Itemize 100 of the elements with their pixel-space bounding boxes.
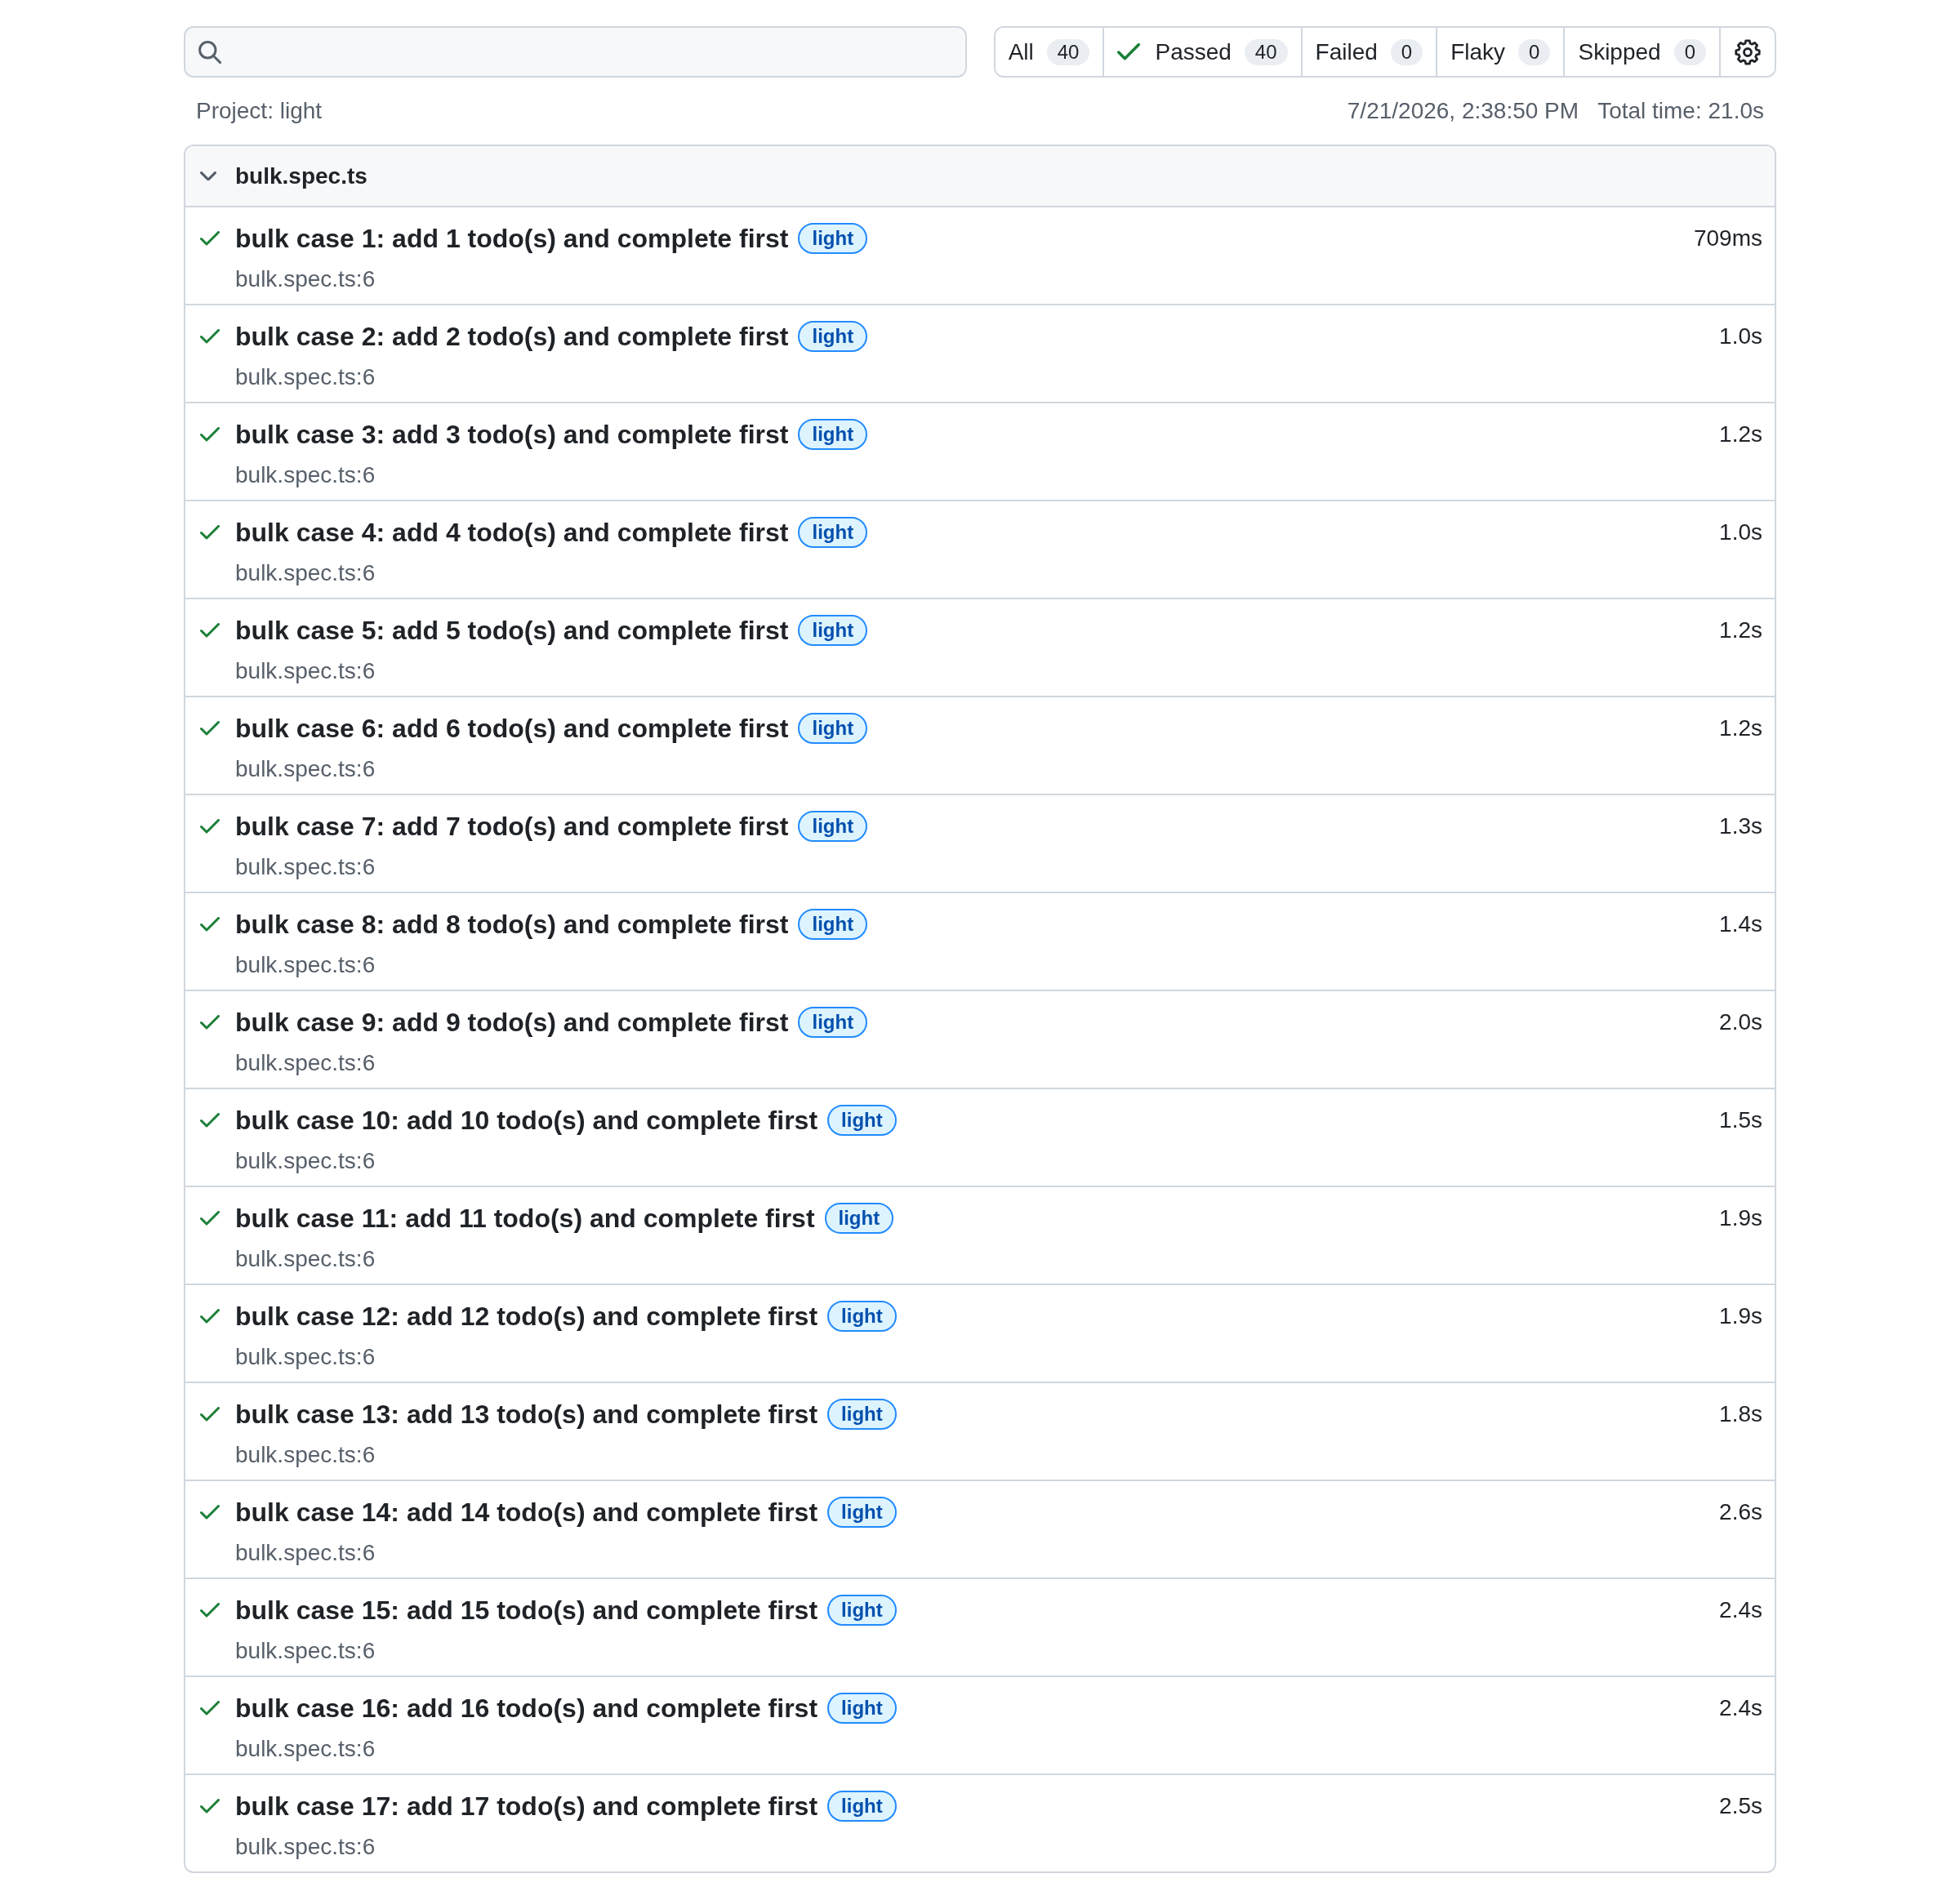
test-duration: 1.4s: [1719, 910, 1762, 938]
project-tag[interactable]: light: [798, 419, 868, 450]
test-location: bulk.spec.ts:6: [235, 1637, 376, 1665]
check-icon: [200, 623, 220, 638]
test-location: bulk.spec.ts:6: [235, 1735, 376, 1763]
file-name: bulk.spec.ts: [235, 162, 368, 190]
total-time: Total time: 21.0s: [1597, 97, 1764, 125]
check-icon: [200, 1211, 220, 1226]
test-title[interactable]: bulk case 10: add 10 todo(s) and complete first: [235, 1102, 818, 1138]
test-duration: 1.9s: [1719, 1204, 1762, 1232]
check-icon: [200, 721, 220, 736]
test-title[interactable]: bulk case 16: add 16 todo(s) and complete first: [235, 1690, 818, 1726]
test-duration: 1.8s: [1719, 1400, 1762, 1428]
test-title[interactable]: bulk case 3: add 3 todo(s) and complete first: [235, 416, 789, 452]
check-icon: [200, 329, 220, 344]
counter: 40: [1244, 38, 1288, 65]
check-icon: [200, 1015, 220, 1030]
check-icon: [200, 917, 220, 932]
test-title[interactable]: bulk case 5: add 5 todo(s) and complete first: [235, 612, 789, 648]
check-icon: [1117, 43, 1141, 60]
test-location: bulk.spec.ts:6: [235, 265, 376, 293]
test-location: bulk.spec.ts:6: [235, 1147, 376, 1175]
test-duration: 2.4s: [1719, 1694, 1762, 1722]
counter: 0: [1518, 38, 1551, 65]
project-tag[interactable]: light: [798, 1007, 868, 1038]
project-tag[interactable]: light: [798, 713, 868, 744]
test-location: bulk.spec.ts:6: [235, 951, 376, 979]
test-location: bulk.spec.ts:6: [235, 461, 376, 489]
test-location: bulk.spec.ts:6: [235, 657, 376, 685]
test-duration: 1.0s: [1719, 518, 1762, 546]
check-icon: [200, 1799, 220, 1813]
check-icon: [200, 1113, 220, 1128]
test-title[interactable]: bulk case 17: add 17 todo(s) and complete first: [235, 1788, 818, 1824]
test-duration: 1.9s: [1719, 1302, 1762, 1330]
project-tag[interactable]: light: [798, 615, 868, 646]
check-icon: [200, 1309, 220, 1324]
test-title[interactable]: bulk case 11: add 11 todo(s) and complete first: [235, 1200, 815, 1236]
settings-button[interactable]: [1719, 28, 1775, 76]
test-location: bulk.spec.ts:6: [235, 363, 376, 391]
test-location: bulk.spec.ts:6: [235, 1441, 376, 1469]
project-tag[interactable]: light: [827, 1595, 897, 1626]
check-icon: [200, 525, 220, 540]
test-title[interactable]: bulk case 4: add 4 todo(s) and complete first: [235, 514, 789, 550]
test-title[interactable]: bulk case 1: add 1 todo(s) and complete first: [235, 220, 789, 256]
check-icon: [200, 1701, 220, 1716]
check-icon: [200, 1603, 220, 1618]
project-tag[interactable]: light: [827, 1693, 897, 1724]
test-title[interactable]: bulk case 14: add 14 todo(s) and complete first: [235, 1494, 818, 1530]
test-location: bulk.spec.ts:6: [235, 559, 376, 587]
check-icon: [200, 1407, 220, 1422]
report-date: 7/21/2026, 2:38:50 PM: [1347, 97, 1579, 125]
project-tag[interactable]: light: [827, 1497, 897, 1528]
test-location: bulk.spec.ts:6: [235, 853, 376, 881]
project-tag[interactable]: light: [827, 1301, 897, 1332]
file-header[interactable]: bulk.spec.ts: [185, 146, 1775, 207]
test-title[interactable]: bulk case 6: add 6 todo(s) and complete first: [235, 710, 789, 746]
project-tag[interactable]: light: [798, 321, 868, 352]
test-title[interactable]: bulk case 2: add 2 todo(s) and complete first: [235, 318, 789, 354]
counter: 40: [1046, 38, 1090, 65]
project-label: Project: light: [196, 97, 323, 125]
test-duration: 1.0s: [1719, 323, 1762, 350]
test-duration: 1.2s: [1719, 714, 1762, 742]
test-duration: 2.5s: [1719, 1792, 1762, 1820]
project-tag[interactable]: light: [824, 1203, 894, 1234]
test-location: bulk.spec.ts:6: [235, 755, 376, 783]
test-location: bulk.spec.ts:6: [235, 1049, 376, 1077]
search-icon: [198, 40, 221, 64]
project-tag[interactable]: light: [798, 517, 868, 548]
counter: 0: [1390, 38, 1423, 65]
test-location: bulk.spec.ts:6: [235, 1245, 376, 1273]
test-location: bulk.spec.ts:6: [235, 1833, 376, 1861]
search-field[interactable]: [184, 26, 967, 78]
project-tag[interactable]: light: [827, 1791, 897, 1822]
project-tag[interactable]: light: [798, 811, 868, 842]
test-title[interactable]: bulk case 7: add 7 todo(s) and complete first: [235, 808, 789, 844]
test-duration: 1.3s: [1719, 812, 1762, 840]
test-title[interactable]: bulk case 15: add 15 todo(s) and complete first: [235, 1592, 818, 1628]
counter: 0: [1673, 38, 1706, 65]
project-tag[interactable]: light: [798, 223, 868, 254]
project-tag[interactable]: light: [827, 1399, 897, 1430]
test-location: bulk.spec.ts:6: [235, 1343, 376, 1371]
project-tag[interactable]: light: [827, 1105, 897, 1136]
test-duration: 2.6s: [1719, 1498, 1762, 1526]
check-icon: [200, 427, 220, 442]
check-icon: [200, 231, 220, 246]
test-duration: 1.2s: [1719, 421, 1762, 448]
test-duration: 2.4s: [1719, 1596, 1762, 1624]
test-duration: 1.2s: [1719, 616, 1762, 644]
check-icon: [200, 1505, 220, 1520]
test-title[interactable]: bulk case 8: add 8 todo(s) and complete first: [235, 906, 789, 942]
test-duration: 1.5s: [1719, 1106, 1762, 1134]
test-title[interactable]: bulk case 9: add 9 todo(s) and complete first: [235, 1004, 789, 1040]
test-duration: 709ms: [1693, 225, 1762, 252]
test-title[interactable]: bulk case 13: add 13 todo(s) and complete first: [235, 1396, 818, 1432]
test-duration: 2.0s: [1719, 1008, 1762, 1036]
settings-icon: [1735, 38, 1761, 65]
test-location: bulk.spec.ts:6: [235, 1539, 376, 1567]
check-icon: [200, 819, 220, 834]
project-tag[interactable]: light: [798, 909, 868, 940]
test-title[interactable]: bulk case 12: add 12 todo(s) and complete first: [235, 1298, 818, 1334]
